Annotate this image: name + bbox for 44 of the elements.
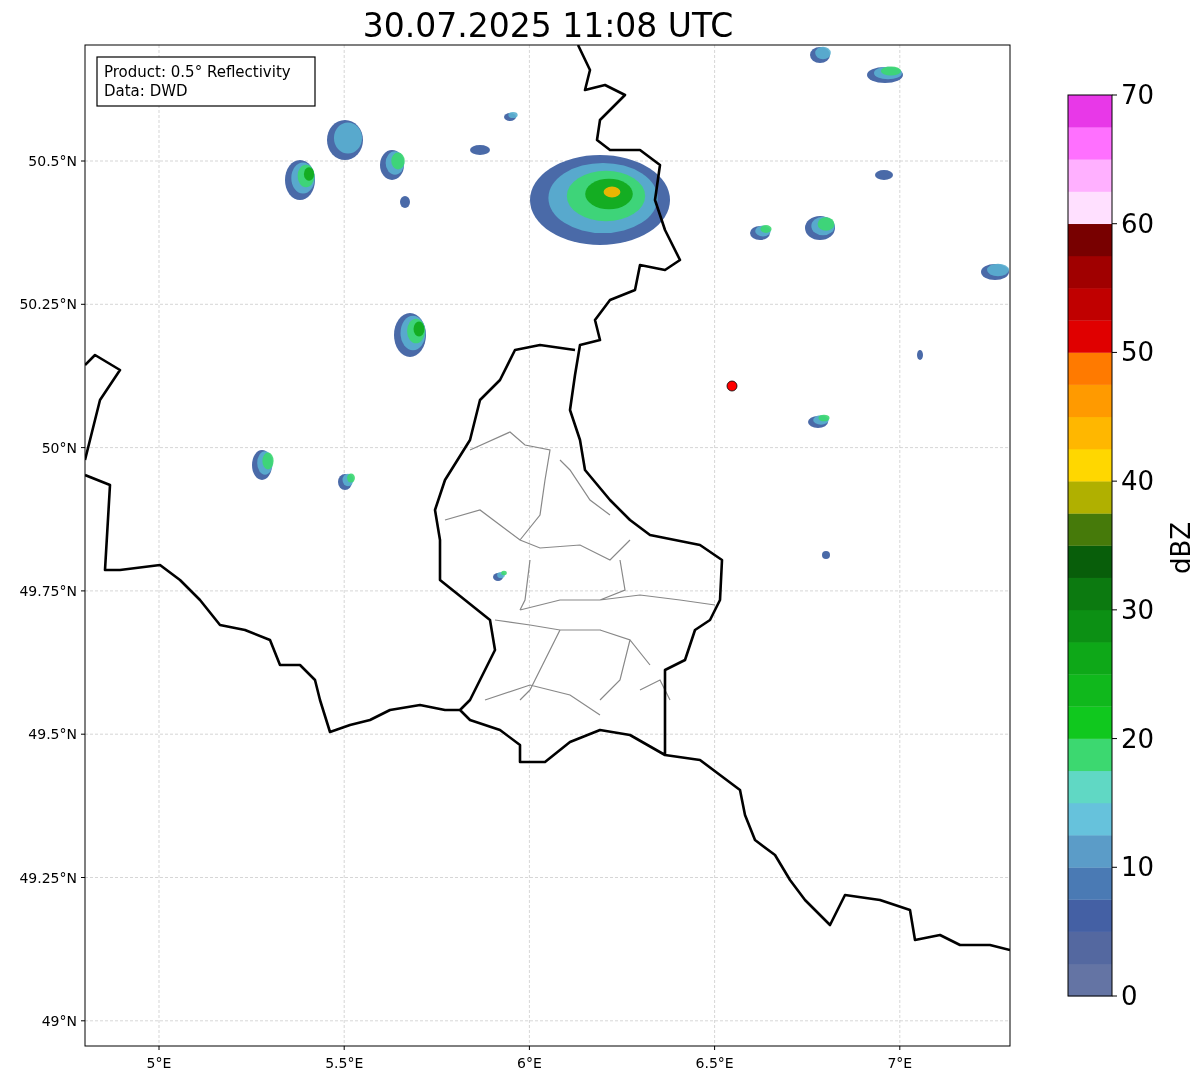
latitude-label: 50.25°N <box>19 296 77 313</box>
plot-title: 30.07.2025 11:08 UTC <box>362 6 734 45</box>
radar-echo <box>285 160 315 200</box>
radar-echo <box>822 551 830 559</box>
radar-echo <box>875 170 893 180</box>
radar-echo <box>252 450 274 480</box>
radar-echo <box>810 46 831 63</box>
latitude-label: 49.25°N <box>19 869 77 886</box>
longitude-label: 6°E <box>517 1055 542 1071</box>
colorbar-tick-label: 0 <box>1121 981 1138 1011</box>
latitude-label: 50.5°N <box>28 153 77 169</box>
latitude-label: 49°N <box>41 1012 77 1029</box>
latitude-label: 49.75°N <box>19 582 77 599</box>
colorbar-tick-label: 60 <box>1121 208 1155 239</box>
radar-echo <box>808 414 830 428</box>
radar-echo <box>327 120 363 160</box>
longitude-label: 7°E <box>887 1055 913 1071</box>
radar-echo <box>394 313 426 357</box>
longitude-label: 5°E <box>146 1055 172 1071</box>
info-text: Product: 0.5° Reflectivity <box>104 63 291 81</box>
radar-echo <box>917 350 923 360</box>
info-text: Data: DWD <box>104 82 188 100</box>
radar-echo <box>380 150 405 180</box>
radar-echo <box>867 66 903 83</box>
radar-echo <box>400 196 410 208</box>
colorbar-label: dBZ <box>1166 521 1196 575</box>
radar-echo <box>470 145 490 155</box>
radar-echo <box>338 473 355 490</box>
colorbar-tick-label: 20 <box>1121 723 1155 754</box>
latitude-label: 50°N <box>41 439 77 456</box>
colorbar-tick-label: 30 <box>1121 594 1155 625</box>
colorbar-tick-label: 40 <box>1121 466 1155 497</box>
longitude-label: 6.5°E <box>695 1055 734 1071</box>
latitude-label: 49.5°N <box>28 726 77 743</box>
radar-echo <box>493 570 507 581</box>
colorbar-tick-label: 70 <box>1121 80 1155 110</box>
radar-echo <box>981 263 1009 280</box>
radar-echo <box>750 225 772 240</box>
colorbar-tick-label: 50 <box>1121 337 1155 368</box>
radar-echo <box>805 216 835 240</box>
longitude-label: 5.5°E <box>325 1055 364 1071</box>
colorbar-tick-label: 10 <box>1121 852 1155 883</box>
radar-site-marker <box>726 380 738 392</box>
radar-echo <box>504 111 518 121</box>
